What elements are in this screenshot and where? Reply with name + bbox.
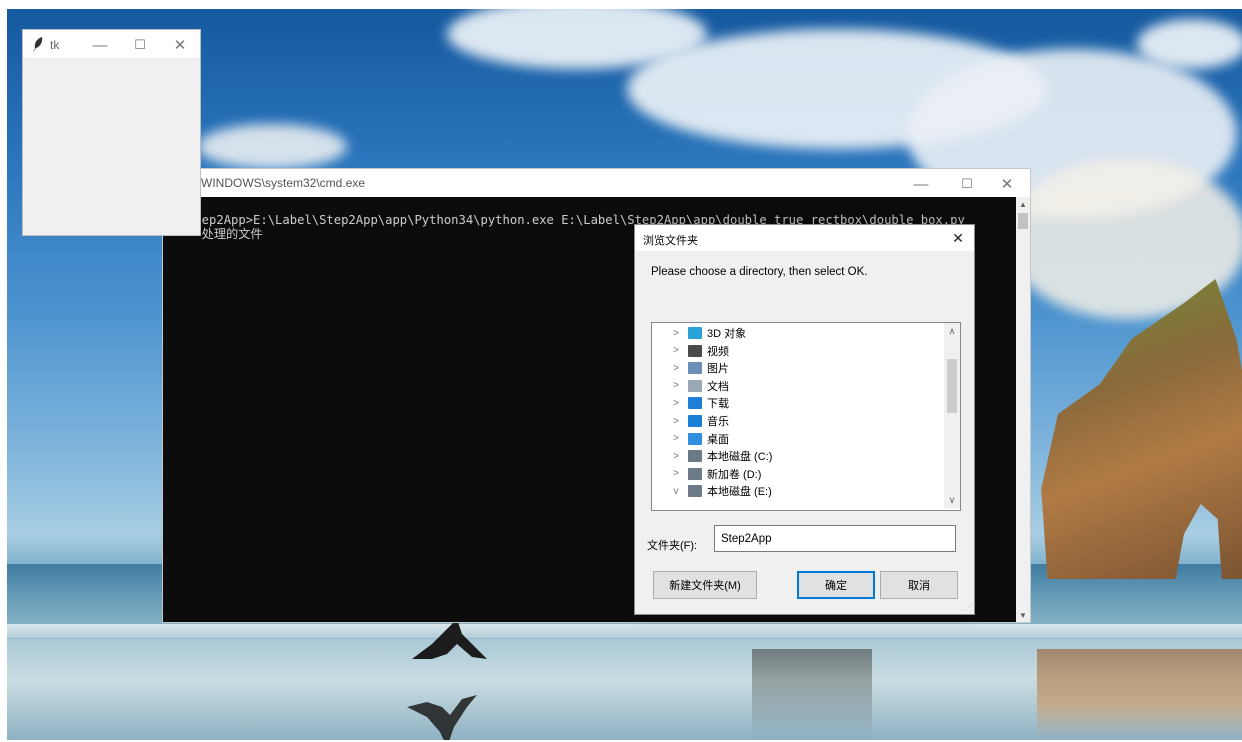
close-button[interactable]: ✕ xyxy=(160,30,200,60)
scrollbar-thumb[interactable] xyxy=(1018,213,1028,229)
chevron-right-icon[interactable]: > xyxy=(670,345,682,356)
tree-item-label: 视频 xyxy=(707,345,729,358)
tree-item[interactable]: v 本地磁盘 (E:) xyxy=(652,482,942,500)
scroll-up-icon[interactable]: ∧ xyxy=(944,323,960,339)
close-button[interactable]: ✕ xyxy=(984,169,1030,199)
tree-item-label: 桌面 xyxy=(707,433,729,446)
tree-item[interactable]: > 本地磁盘 (C:) xyxy=(652,447,942,465)
3d-objects-icon xyxy=(688,327,702,339)
scroll-down-icon[interactable]: ▼ xyxy=(1016,608,1030,622)
close-button[interactable]: ✕ xyxy=(942,225,974,251)
folder-input[interactable] xyxy=(714,525,956,552)
chevron-right-icon[interactable]: > xyxy=(670,380,682,391)
rock-arch xyxy=(1041,279,1242,579)
reflection xyxy=(752,649,872,739)
tree-item[interactable]: > 视频 xyxy=(652,342,942,360)
feather-icon xyxy=(33,37,43,51)
cloud xyxy=(197,124,347,169)
folder-label: 文件夹(F): xyxy=(647,540,698,552)
tree-item-label: 本地磁盘 (C:) xyxy=(707,451,773,464)
tree-item-label: 下载 xyxy=(707,398,729,411)
cancel-button[interactable]: 取消 xyxy=(880,571,958,599)
chevron-down-icon[interactable]: v xyxy=(670,486,682,497)
tree-item[interactable]: > 音乐 xyxy=(652,412,942,430)
tk-window[interactable]: tk — ☐ ✕ xyxy=(22,29,201,236)
pictures-icon xyxy=(688,362,702,375)
drive-icon xyxy=(688,467,702,480)
new-folder-button[interactable]: 新建文件夹(M) xyxy=(653,571,757,599)
dialog-titlebar[interactable]: 浏览文件夹 ✕ xyxy=(635,225,974,251)
cloud xyxy=(1137,19,1242,69)
browse-folder-dialog[interactable]: 浏览文件夹 ✕ Please choose a directory, then … xyxy=(634,224,975,615)
chevron-right-icon[interactable]: > xyxy=(670,416,682,427)
scroll-down-icon[interactable]: ∨ xyxy=(944,492,960,508)
chevron-right-icon[interactable]: > xyxy=(670,398,682,409)
download-icon xyxy=(688,397,702,410)
tree-item[interactable]: > 图片 xyxy=(652,359,942,377)
folder-tree[interactable]: >3D 对象 > 视频 > 图片 > 文档 > 下载 > 音乐 > 桌面 > 本地磁盘 (C:) > 新加卷 (… xyxy=(651,322,961,511)
tree-item[interactable]: > 下载 xyxy=(652,394,942,412)
tree-item[interactable]: >3D 对象 xyxy=(652,324,942,342)
tree-item-label: 音乐 xyxy=(707,416,729,428)
cmd-scrollbar[interactable]: ▲ ▼ xyxy=(1016,197,1030,622)
tree-item[interactable]: > 文档 xyxy=(652,377,942,395)
chevron-right-icon[interactable]: > xyxy=(670,433,682,444)
desktop-icon xyxy=(688,432,702,445)
maximize-button[interactable]: ☐ xyxy=(120,30,160,60)
tree-item-label: 本地磁盘 (E:) xyxy=(707,486,772,499)
tree-item[interactable]: > 新加卷 (D:) xyxy=(652,465,942,483)
scroll-up-icon[interactable]: ▲ xyxy=(1016,197,1030,211)
tree-item[interactable]: > 桌面 xyxy=(652,430,942,448)
drive-icon xyxy=(688,485,702,498)
scrollbar-thumb[interactable] xyxy=(947,359,957,413)
minimize-button[interactable]: — xyxy=(898,169,944,199)
ok-button[interactable]: 确定 xyxy=(797,571,875,599)
dialog-message: Please choose a directory, then select O… xyxy=(651,266,868,278)
cmd-window-title: WINDOWS\system32\cmd.exe xyxy=(201,176,366,190)
tk-titlebar[interactable]: tk — ☐ ✕ xyxy=(23,30,200,58)
chevron-right-icon[interactable]: > xyxy=(670,363,682,374)
tree-item-label: 3D 对象 xyxy=(707,328,747,340)
runner-reflection xyxy=(407,695,477,740)
resize-grip-icon[interactable]: ⋰ xyxy=(964,603,972,612)
chevron-right-icon[interactable]: > xyxy=(670,328,682,339)
chevron-right-icon[interactable]: > xyxy=(670,468,682,479)
rock-reflection xyxy=(1037,649,1242,739)
tk-window-title: tk xyxy=(50,38,60,52)
cmd-titlebar[interactable]: WINDOWS\system32\cmd.exe — ☐ ✕ xyxy=(163,169,1030,197)
tree-item-label: 新加卷 (D:) xyxy=(707,468,762,481)
music-icon xyxy=(688,415,702,427)
chevron-right-icon[interactable]: > xyxy=(670,451,682,462)
tree-item-label: 图片 xyxy=(707,363,729,376)
dialog-title: 浏览文件夹 xyxy=(643,235,698,247)
video-icon xyxy=(688,344,702,357)
minimize-button[interactable]: — xyxy=(80,30,120,60)
tree-scrollbar[interactable]: ∧ ∨ xyxy=(944,323,960,508)
documents-icon xyxy=(688,379,702,392)
surf-foam xyxy=(7,624,1242,638)
system-drive-icon xyxy=(688,450,702,463)
tree-item-label: 文档 xyxy=(707,380,729,393)
